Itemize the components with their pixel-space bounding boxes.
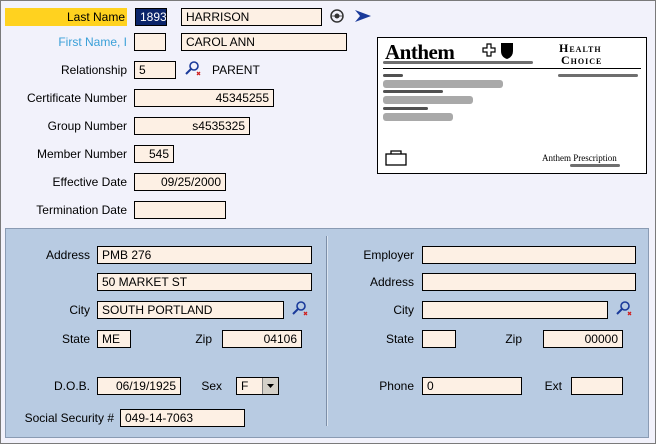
card-redacted-line — [558, 74, 638, 77]
city-field[interactable]: SOUTH PORTLAND — [97, 301, 284, 319]
sex-select[interactable]: F — [236, 377, 279, 395]
address-label: Address — [45, 248, 90, 262]
ssn-label: Social Security # — [24, 411, 114, 425]
cross-shield-icon — [481, 42, 515, 63]
group-number-label: Group Number — [47, 119, 127, 133]
state-field[interactable]: ME — [97, 330, 131, 348]
card-footer: Anthem Prescription — [542, 153, 617, 163]
employer-label: Employer — [363, 248, 414, 262]
employer-city-search-icon[interactable] — [615, 300, 633, 321]
certificate-number-field[interactable]: 45345255 — [134, 89, 274, 107]
employer-city-label: City — [393, 303, 414, 317]
phone-field[interactable]: 0 — [422, 377, 522, 395]
employer-state-field[interactable] — [422, 330, 456, 348]
employer-state-label: State — [385, 332, 414, 346]
termination-date-label: Termination Date — [36, 203, 127, 217]
relationship-code-field[interactable]: 5 — [134, 61, 176, 79]
insurance-card-image: Anthem Health Choice Anthem Prescription — [377, 37, 647, 174]
card-chip-icon — [385, 150, 407, 169]
sex-label: Sex — [201, 379, 222, 393]
card-redacted-line — [383, 90, 443, 93]
phone-label: Phone — [379, 379, 414, 393]
card-redacted-line — [383, 61, 533, 64]
member-number-field[interactable]: 545 — [134, 145, 174, 163]
card-redacted-line — [383, 74, 403, 77]
search-icon[interactable] — [184, 60, 202, 81]
last-name-label: Last Name — [5, 8, 127, 26]
zip-field[interactable]: 04106 — [222, 330, 302, 348]
eye-icon[interactable] — [329, 8, 345, 27]
ext-label: Ext — [544, 379, 562, 393]
card-redacted-line — [383, 113, 453, 121]
employer-zip-label: Zip — [505, 332, 522, 346]
address-line2-field[interactable]: 50 MARKET ST — [97, 273, 312, 291]
relationship-text: PARENT — [212, 63, 260, 77]
group-number-field[interactable]: s4535325 — [134, 117, 250, 135]
member-number-label: Member Number — [36, 147, 127, 161]
termination-date-field[interactable] — [134, 201, 226, 219]
card-plan-line2: Choice — [561, 53, 603, 67]
address-line1-field[interactable]: PMB 276 — [97, 246, 312, 264]
city-search-icon[interactable] — [291, 300, 309, 321]
panel-divider-highlight — [327, 236, 328, 426]
city-label: City — [69, 303, 90, 317]
card-redacted-line — [383, 107, 428, 110]
first-name-field[interactable]: CAROL ANN — [181, 33, 347, 51]
card-rule — [383, 68, 641, 69]
last-name-code-field[interactable]: 1893 — [135, 8, 167, 26]
zip-label: Zip — [195, 332, 212, 346]
arrow-icon[interactable] — [354, 8, 372, 27]
ext-field[interactable] — [571, 377, 623, 395]
ssn-field[interactable]: 049-14-7063 — [120, 409, 245, 427]
dob-label: D.O.B. — [53, 379, 90, 393]
effective-date-label: Effective Date — [52, 175, 127, 189]
sex-value: F — [241, 379, 249, 393]
employer-field[interactable] — [422, 246, 636, 264]
dob-field[interactable]: 06/19/1925 — [97, 377, 181, 395]
employer-zip-field[interactable]: 00000 — [543, 330, 623, 348]
card-redacted-line — [570, 164, 620, 167]
first-name-initial-field[interactable] — [134, 33, 166, 51]
relationship-label: Relationship — [60, 63, 127, 77]
card-redacted-line — [383, 96, 473, 104]
dropdown-arrow-icon[interactable] — [262, 378, 278, 394]
employer-address-label: Address — [369, 275, 414, 289]
state-label: State — [61, 332, 90, 346]
employer-city-field[interactable] — [422, 301, 608, 319]
card-redacted-line — [383, 80, 503, 88]
effective-date-field[interactable]: 09/25/2000 — [134, 173, 226, 191]
certificate-number-label: Certificate Number — [26, 91, 127, 105]
employer-address-field[interactable] — [422, 273, 636, 291]
last-name-field[interactable]: HARRISON — [181, 8, 322, 26]
first-name-label: First Name, I — [58, 35, 127, 49]
